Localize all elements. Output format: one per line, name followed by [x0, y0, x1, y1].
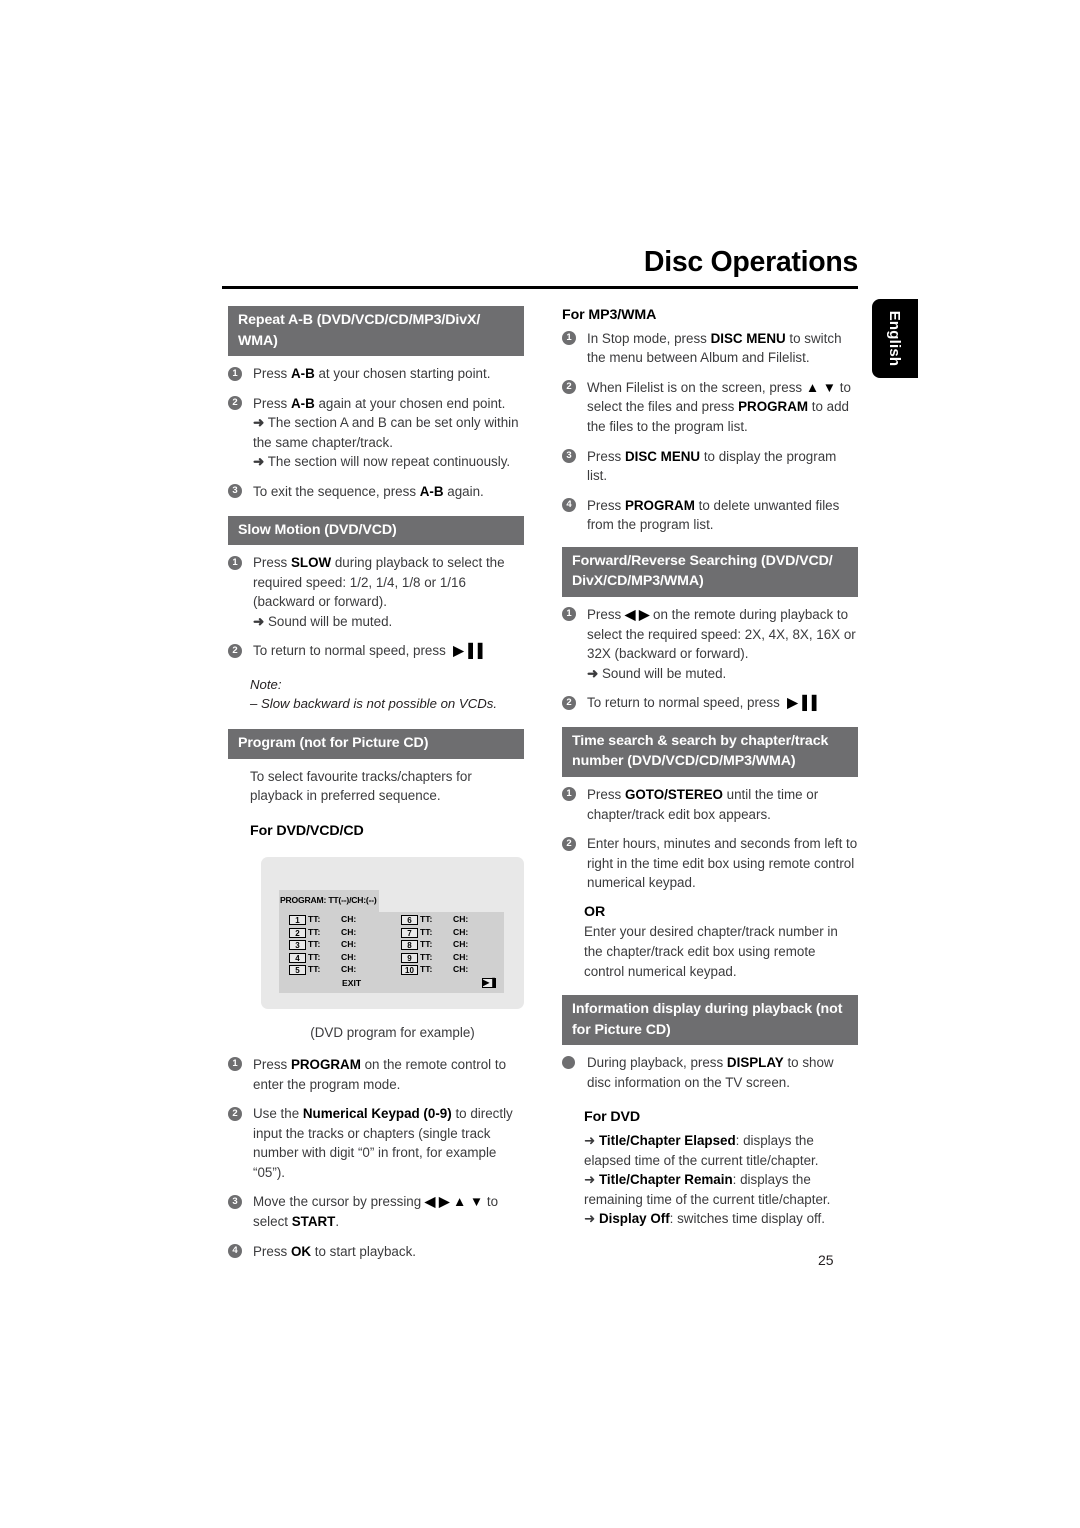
list-item: During playback, press DISPLAY to show d… — [562, 1053, 858, 1092]
step-text: Move the cursor by pressing ◀ ▶ ▲ ▼ to s… — [253, 1194, 499, 1230]
section-header-info-display: Information display during playback (not… — [562, 995, 858, 1046]
step-text: Press A-B again at your chosen end point… — [253, 395, 519, 470]
list-item: 1 Press ◀ ▶ on the remote during playbac… — [562, 605, 858, 683]
list-item: 1 In Stop mode, press DISC MENU to switc… — [562, 329, 858, 368]
bullet-text: During playback, press DISPLAY to show d… — [587, 1055, 834, 1090]
section-header-time-search: Time search & search by chapter/track nu… — [562, 726, 858, 777]
list-item: 2 When Filelist is on the screen, press … — [562, 378, 858, 437]
list-item: 2 Enter hours, minutes and seconds from … — [562, 834, 858, 893]
list-item: 2 To return to normal speed, press ▶▐▐ — [228, 641, 524, 661]
list-item: ➜ Title/Chapter Elapsed: displays the el… — [584, 1133, 819, 1168]
step-text: When Filelist is on the screen, press ▲ … — [587, 379, 851, 434]
program-screen-figure: PROGRAM: TT(--)/CH:(--) 1 TT: CH: 6 TT: — [261, 857, 524, 1043]
step-text: To return to normal speed, press ▶▐▐ — [587, 695, 817, 711]
step-number: 3 — [228, 484, 242, 499]
list-item: 1 Press GOTO/STEREO until the time or ch… — [562, 785, 858, 824]
list-item: 3 To exit the sequence, press A-B again. — [228, 482, 524, 502]
step-number: 2 — [562, 380, 576, 395]
step-text: Press PROGRAM on the remote control to e… — [253, 1056, 507, 1092]
program-slot-index: 10 — [401, 965, 418, 976]
list-item: 3 Press DISC MENU to display the program… — [562, 447, 858, 486]
manual-page: Disc Operations English Repeat A-B (DVD/… — [0, 0, 1080, 1528]
step-number: 2 — [562, 836, 576, 851]
note-label: Note: — [250, 677, 282, 693]
step-number: 1 — [228, 366, 242, 381]
language-tab: English — [872, 299, 918, 378]
section-header-slow-motion: Slow Motion (DVD/VCD) — [228, 515, 524, 546]
section-header-searching: Forward/Reverse Searching (DVD/VCD/ DivX… — [562, 546, 858, 597]
title-divider — [222, 285, 858, 289]
step-text: Press A-B at your chosen starting point. — [253, 366, 491, 381]
step-number: 1 — [562, 607, 576, 622]
list-item: ➜ Title/Chapter Remain: displays the rem… — [584, 1172, 831, 1207]
exit-label: EXIT — [342, 977, 362, 988]
note-item: – Slow backward is not possible on VCDs. — [250, 696, 498, 712]
step-number: 2 — [228, 396, 242, 411]
left-column: Repeat A-B (DVD/VCD/CD/MP3/DivX/ WMA) 1 … — [228, 306, 524, 1271]
step-text: Press GOTO/STEREO until the time or chap… — [587, 786, 819, 822]
step-text: Use the Numerical Keypad (0-9) to direct… — [253, 1106, 513, 1180]
note-block: Note: – Slow backward is not possible on… — [250, 675, 524, 713]
program-intro: To select favourite tracks/chapters for … — [250, 768, 472, 804]
step-number: 2 — [228, 1106, 242, 1121]
section-header-repeat-ab: Repeat A-B (DVD/VCD/CD/MP3/DivX/ WMA) — [228, 306, 524, 356]
section-header-program: Program (not for Picture CD) — [228, 729, 524, 759]
list-item: 2 Press A-B again at your chosen end poi… — [228, 394, 524, 472]
list-item: 3 Move the cursor by pressing ◀ ▶ ▲ ▼ to… — [228, 1192, 524, 1231]
step-text: To exit the sequence, press A-B again. — [253, 483, 484, 499]
list-item: 4 Press OK to start playback. — [228, 1242, 524, 1262]
list-item: 1 Press PROGRAM on the remote control to… — [228, 1055, 524, 1094]
subheading-for-dvd-vcd-cd: For DVD/VCD/CD — [250, 822, 364, 839]
figure-caption: (DVD program for example) — [310, 1025, 475, 1041]
subheading-for-dvd: For DVD — [584, 1109, 641, 1126]
step-number: 3 — [562, 449, 576, 464]
page-header: Disc Operations — [222, 248, 858, 289]
or-label: OR — [584, 903, 606, 920]
step-number: 1 — [228, 555, 242, 570]
step-text: Press OK to start playback. — [253, 1243, 416, 1259]
language-tab-label: English — [886, 310, 904, 367]
step-text: To return to normal speed, press ▶▐▐ — [253, 643, 483, 659]
step-number: 2 — [228, 643, 242, 658]
list-item: ➜ Display Off: switches time display off… — [584, 1211, 825, 1227]
step-number: 4 — [228, 1244, 242, 1259]
right-column: For MP3/WMA 1 In Stop mode, press DISC M… — [562, 306, 858, 1229]
program-osd-title: PROGRAM: TT(--)/CH:(--) — [279, 890, 379, 912]
step-text: Press PROGRAM to delete unwanted files f… — [587, 497, 840, 533]
next-track-icon: ▶▐ — [482, 978, 496, 989]
step-text: Press SLOW during playback to select the… — [253, 555, 505, 629]
step-number: 1 — [562, 787, 576, 802]
list-item: 4 Press PROGRAM to delete unwanted files… — [562, 496, 858, 535]
list-item: 1 Press SLOW during playback to select t… — [228, 553, 524, 631]
step-number: 3 — [228, 1194, 242, 1209]
page-title: Disc Operations — [643, 246, 858, 278]
page-number: 25 — [818, 1252, 834, 1268]
list-item: 2 Use the Numerical Keypad (0-9) to dire… — [228, 1104, 524, 1182]
subheading-for-mp3-wma: For MP3/WMA — [562, 307, 657, 323]
program-osd-screenshot: PROGRAM: TT(--)/CH:(--) 1 TT: CH: 6 TT: — [261, 857, 524, 1010]
bullet-dot-icon — [562, 1056, 575, 1070]
step-number: 1 — [228, 1057, 242, 1072]
dvd-display-options: ➜ Title/Chapter Elapsed: displays the el… — [584, 1131, 858, 1229]
list-item: 1 Press A-B at your chosen starting poin… — [228, 364, 524, 384]
step-text: Press ◀ ▶ on the remote during playback … — [587, 606, 856, 681]
step-text: Press DISC MENU to display the program l… — [587, 448, 837, 484]
step-text: Enter hours, minutes and seconds from le… — [587, 836, 858, 891]
program-slot-index: 5 — [289, 965, 306, 976]
list-item: 2 To return to normal speed, press ▶▐▐ — [562, 693, 858, 713]
step-number: 2 — [562, 695, 576, 710]
step-number: 4 — [562, 498, 576, 513]
or-body-text: Enter your desired chapter/track number … — [584, 924, 838, 979]
program-osd-footer: EXIT ▶▐ — [279, 976, 504, 990]
step-text: In Stop mode, press DISC MENU to switch … — [587, 330, 842, 366]
table-row: 5 TT: CH: 10 TT: CH: — [279, 964, 504, 977]
step-number: 1 — [562, 331, 576, 346]
program-osd-grid: 1 TT: CH: 6 TT: CH: 2 TT: CH: 7 TT: CH: … — [279, 911, 504, 994]
